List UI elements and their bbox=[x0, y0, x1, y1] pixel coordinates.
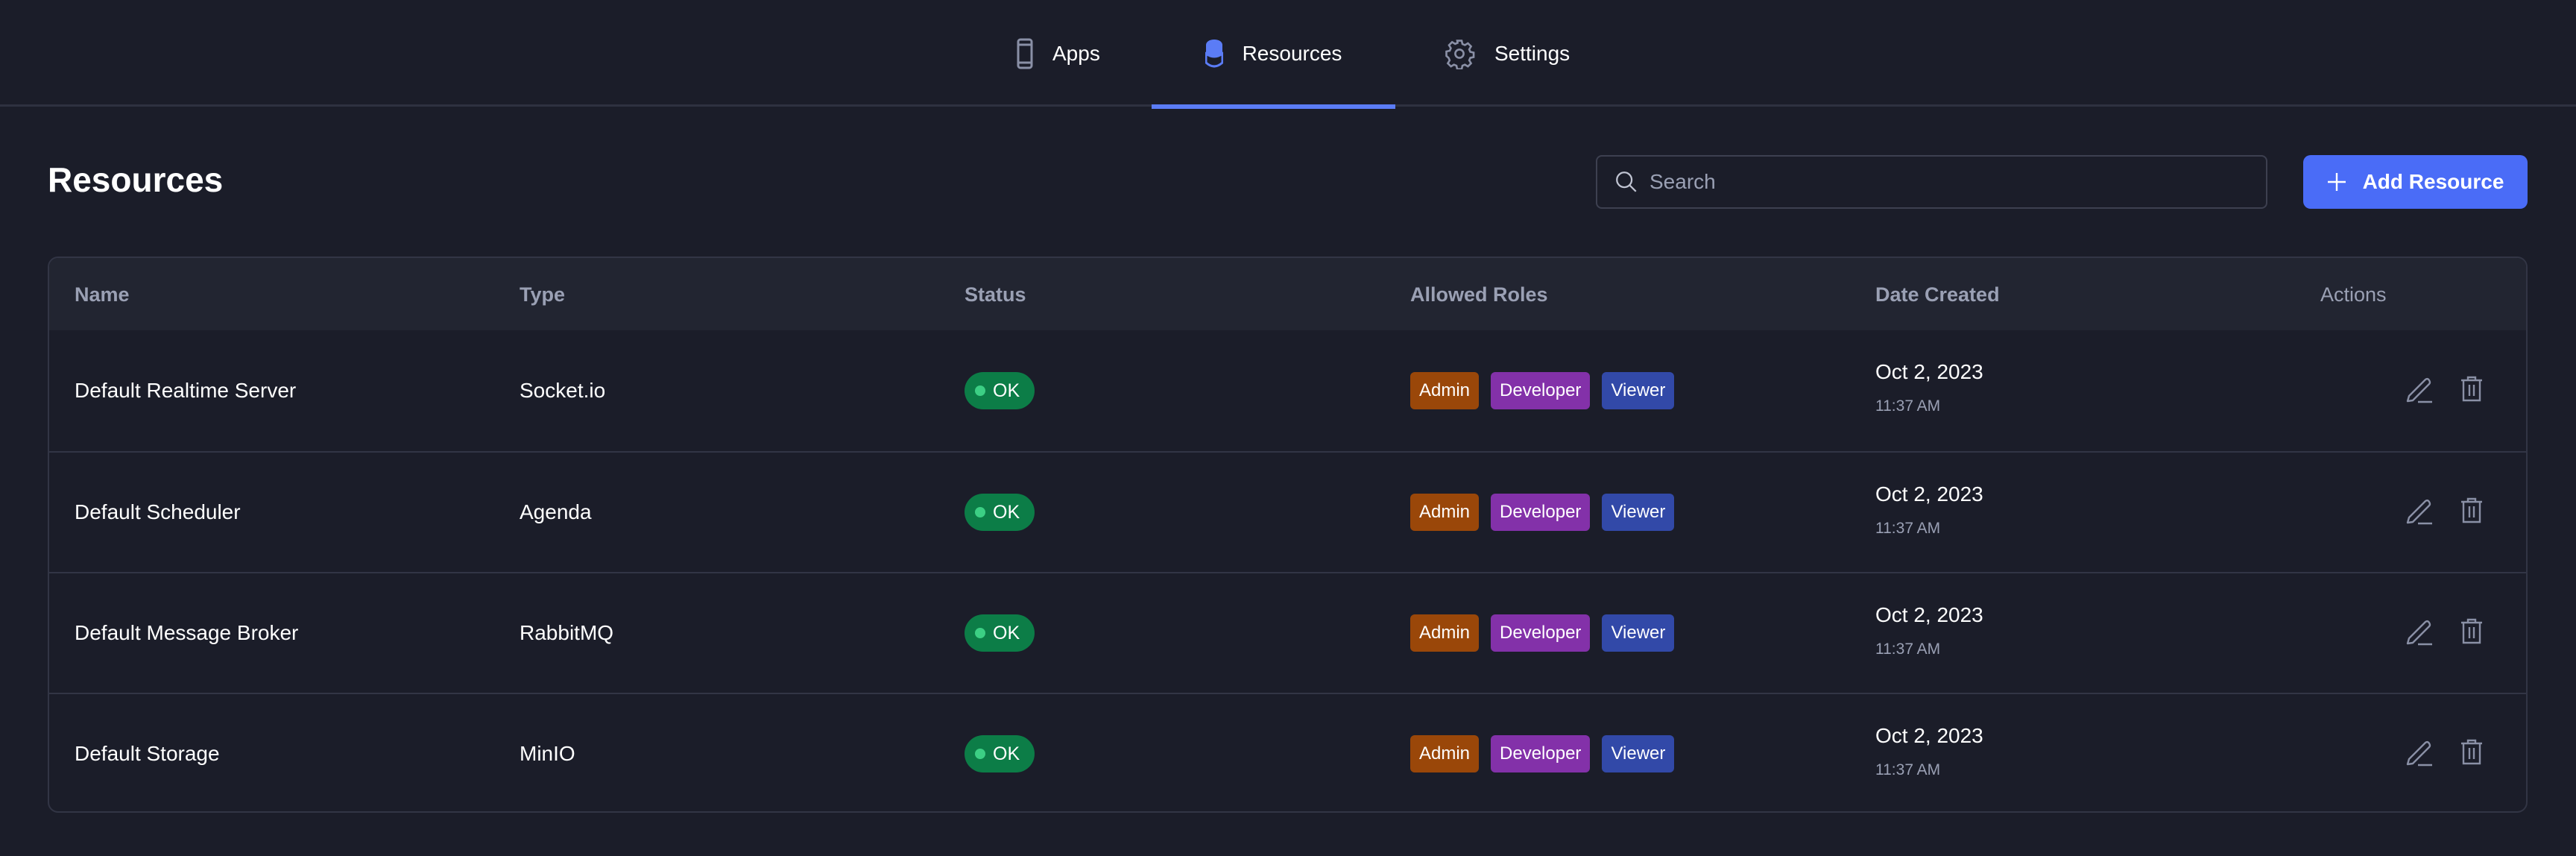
search-icon bbox=[1616, 171, 1637, 192]
date: Oct 2, 2023 bbox=[1875, 603, 1983, 626]
role-badge-viewer: Viewer bbox=[1602, 494, 1675, 531]
edit-icon[interactable] bbox=[2405, 376, 2434, 406]
row-actions bbox=[2405, 376, 2484, 406]
date-created: Oct 2, 2023 11:37 AM bbox=[1875, 724, 1983, 779]
resource-type: RabbitMQ bbox=[520, 621, 614, 644]
row-actions bbox=[2405, 739, 2484, 769]
row-actions bbox=[2405, 618, 2484, 648]
column-header-allowed-roles: Allowed Roles bbox=[1410, 283, 1548, 306]
status-dot-icon bbox=[975, 385, 985, 396]
table-row: Default Storage MinIO OK Admin Developer V… bbox=[49, 693, 2526, 811]
status-text: OK bbox=[993, 743, 1020, 764]
column-header-type: Type bbox=[520, 283, 566, 306]
column-header-name: Name bbox=[75, 283, 130, 306]
role-badge-admin: Admin bbox=[1410, 614, 1480, 652]
tab-label: Settings bbox=[1494, 41, 1570, 65]
status-dot-icon bbox=[975, 628, 985, 638]
trash-icon[interactable] bbox=[2460, 497, 2484, 524]
status-dot-icon bbox=[975, 749, 985, 759]
role-badge-admin: Admin bbox=[1410, 735, 1480, 772]
resource-name: Default Storage bbox=[75, 742, 220, 765]
column-header-status: Status bbox=[965, 283, 1026, 306]
status-text: OK bbox=[993, 380, 1020, 401]
table-row: Default Message Broker RabbitMQ OK Admin… bbox=[49, 572, 2526, 693]
column-header-actions: Actions bbox=[2320, 283, 2387, 306]
resources-table: Name Type Status Allowed Roles Date Crea… bbox=[48, 257, 2528, 813]
trash-icon[interactable] bbox=[2460, 618, 2484, 645]
add-resource-label: Add Resource bbox=[2362, 170, 2504, 193]
date: Oct 2, 2023 bbox=[1875, 724, 1983, 747]
date-created: Oct 2, 2023 11:37 AM bbox=[1875, 603, 1983, 658]
status-dot-icon bbox=[975, 507, 985, 517]
allowed-roles: Admin Developer Viewer bbox=[1410, 494, 1675, 531]
edit-icon[interactable] bbox=[2405, 739, 2434, 769]
tab-apps[interactable]: Apps bbox=[1017, 0, 1100, 107]
top-nav: Apps Resources Settings bbox=[0, 0, 2576, 109]
status-badge: OK bbox=[965, 494, 1035, 531]
row-actions bbox=[2405, 497, 2484, 527]
resource-type: Socket.io bbox=[520, 379, 606, 402]
column-header-date-created: Date Created bbox=[1875, 283, 2000, 306]
role-badge-developer: Developer bbox=[1491, 372, 1591, 409]
resource-name: Default Message Broker bbox=[75, 621, 299, 644]
allowed-roles: Admin Developer Viewer bbox=[1410, 735, 1675, 772]
role-badge-developer: Developer bbox=[1491, 735, 1591, 772]
table-row: Default Realtime Server Socket.io OK Adm… bbox=[49, 330, 2526, 451]
status-text: OK bbox=[993, 622, 1020, 643]
role-badge-viewer: Viewer bbox=[1602, 614, 1675, 652]
database-icon bbox=[1205, 39, 1223, 67]
role-badge-viewer: Viewer bbox=[1602, 735, 1675, 772]
role-badge-viewer: Viewer bbox=[1602, 372, 1675, 409]
tab-label: Apps bbox=[1052, 41, 1100, 65]
time: 11:37 AM bbox=[1875, 397, 1941, 415]
edit-icon[interactable] bbox=[2405, 618, 2434, 648]
table-header: Name Type Status Allowed Roles Date Crea… bbox=[49, 258, 2526, 330]
resource-name: Default Realtime Server bbox=[75, 379, 297, 402]
page-title: Resources bbox=[48, 160, 224, 199]
status-badge: OK bbox=[965, 614, 1035, 652]
plus-icon bbox=[2327, 173, 2346, 191]
resource-type: Agenda bbox=[520, 500, 592, 523]
tab-label: Resources bbox=[1242, 41, 1342, 65]
status-badge: OK bbox=[965, 372, 1035, 409]
trash-icon[interactable] bbox=[2460, 376, 2484, 403]
gear-icon bbox=[1445, 39, 1475, 69]
status-badge: OK bbox=[965, 735, 1035, 772]
search-box[interactable] bbox=[1596, 155, 2267, 209]
trash-icon[interactable] bbox=[2460, 739, 2484, 766]
table-row: Default Scheduler Agenda OK Admin Develop… bbox=[49, 451, 2526, 572]
allowed-roles: Admin Developer Viewer bbox=[1410, 372, 1675, 409]
date-created: Oct 2, 2023 11:37 AM bbox=[1875, 482, 1983, 538]
resource-type: MinIO bbox=[520, 742, 575, 765]
search-input[interactable] bbox=[1650, 170, 2246, 194]
date: Oct 2, 2023 bbox=[1875, 482, 1983, 506]
date: Oct 2, 2023 bbox=[1875, 360, 1983, 383]
add-resource-button[interactable]: Add Resource bbox=[2303, 155, 2528, 209]
time: 11:37 AM bbox=[1875, 641, 1941, 658]
edit-icon[interactable] bbox=[2405, 497, 2434, 527]
tab-settings[interactable]: Settings bbox=[1444, 0, 1570, 107]
allowed-roles: Admin Developer Viewer bbox=[1410, 614, 1675, 652]
time: 11:37 AM bbox=[1875, 520, 1941, 537]
role-badge-developer: Developer bbox=[1491, 614, 1591, 652]
active-tab-indicator bbox=[1152, 104, 1395, 109]
time: 11:37 AM bbox=[1875, 761, 1941, 778]
tab-resources[interactable]: Resources bbox=[1152, 0, 1395, 109]
phone-icon bbox=[1017, 38, 1033, 69]
role-badge-admin: Admin bbox=[1410, 494, 1480, 531]
role-badge-developer: Developer bbox=[1491, 494, 1591, 531]
status-text: OK bbox=[993, 501, 1020, 523]
resource-name: Default Scheduler bbox=[75, 500, 241, 523]
role-badge-admin: Admin bbox=[1410, 372, 1480, 409]
date-created: Oct 2, 2023 11:37 AM bbox=[1875, 360, 1983, 415]
